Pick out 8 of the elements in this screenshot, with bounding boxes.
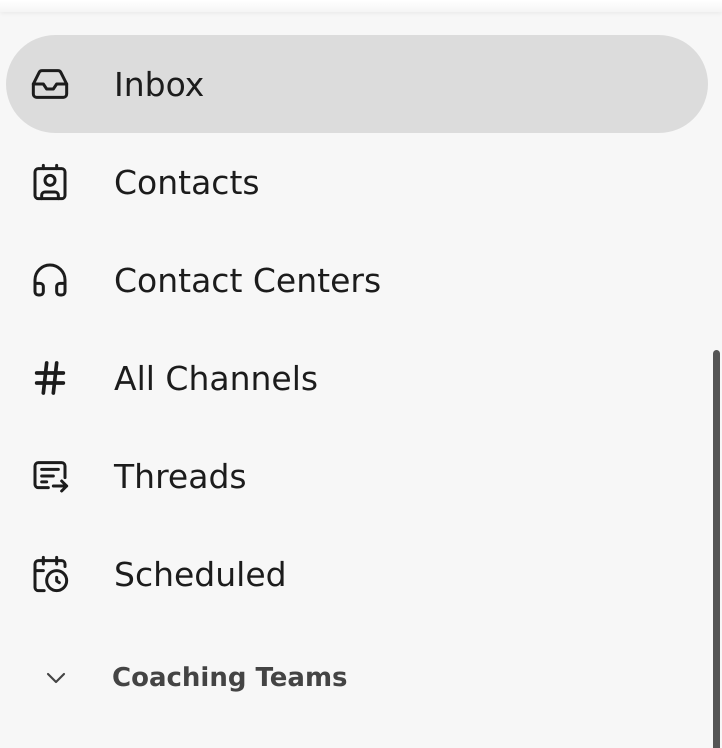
nav-item[interactable]: All Channels bbox=[6, 329, 708, 427]
section-header[interactable]: Coaching Teams bbox=[6, 650, 708, 706]
nav-item[interactable]: Threads bbox=[6, 427, 708, 525]
nav-item[interactable]: Contacts bbox=[6, 133, 708, 231]
nav-item[interactable]: Inbox bbox=[6, 35, 708, 133]
scrollbar[interactable] bbox=[713, 350, 720, 748]
nav-item[interactable]: Contact Centers bbox=[6, 231, 708, 329]
nav-item[interactable]: Scheduled bbox=[6, 525, 708, 623]
